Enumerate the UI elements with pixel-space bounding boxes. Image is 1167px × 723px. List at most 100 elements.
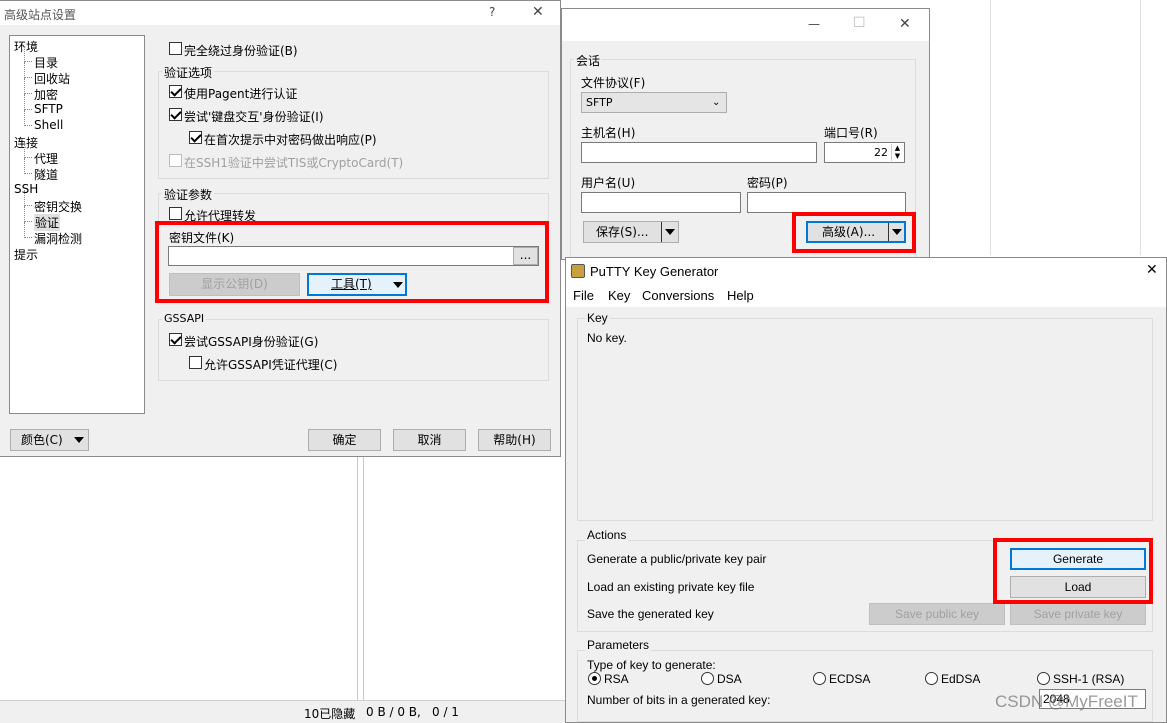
protocol-select[interactable]: SFTP ⌄ [581,92,727,113]
cancel-label: 取消 [417,433,442,447]
minimize-icon[interactable]: — [808,17,820,31]
use-pageant-checkbox[interactable] [169,85,182,98]
radio-ecdsa[interactable] [813,672,826,685]
save-dropdown-icon[interactable] [661,222,678,242]
menu-key[interactable]: Key [608,288,630,303]
bypass-auth-checkbox[interactable] [169,42,182,55]
port-value: 22 [874,146,888,159]
file-pane-left [148,455,358,700]
stepper-arrows-icon[interactable]: ▲ ▼ [891,144,903,161]
save-private-button[interactable]: Save private key [1010,603,1146,625]
file-pane-right-top [990,0,991,255]
tree-connector [24,78,32,94]
status-count: 0 / 1 [432,705,459,719]
highlight-key-file [155,221,549,303]
respond-password-checkbox[interactable] [189,131,202,144]
radio-ssh1[interactable] [1037,672,1050,685]
menu-help[interactable]: Help [727,288,754,303]
host-label: 主机名(H) [581,126,636,140]
user-input[interactable] [581,192,741,213]
tree-connector [24,206,32,222]
help-icon[interactable]: ? [489,5,495,19]
putty-title: PuTTY Key Generator [590,264,719,279]
status-hidden: 10已隐藏 [304,707,356,721]
close-icon[interactable]: ✕ [899,16,911,32]
try-keyboard-label: 尝试'键盘交互'身份验证(I) [184,110,324,124]
tree-item[interactable]: 隧道 [24,158,58,183]
bits-label: Number of bits in a generated key: [587,693,771,707]
tree-item[interactable]: 密钥交换 [24,190,82,215]
protocol-label: 文件协议(F) [581,76,646,90]
adv-title: 高级站点设置 [4,8,77,22]
actions-title: Actions [585,528,629,542]
menu-file[interactable]: File [573,288,594,303]
pass-input[interactable] [747,192,906,213]
putty-menubar: File Key Conversions Help [566,285,1166,307]
tree-item[interactable]: 漏洞检测 [24,222,82,247]
allow-agent-checkbox[interactable] [169,207,182,220]
tree-connector [24,62,32,78]
maximize-icon[interactable]: ☐ [853,15,866,31]
help-button[interactable]: 帮助(H) [478,429,551,451]
color-label: 颜色(C) [21,433,63,447]
tree-item[interactable]: 回收站 [24,62,70,87]
try-keyboard-checkbox[interactable] [169,108,182,121]
tree-item[interactable]: SFTP [24,94,63,116]
tree-item[interactable]: 代理 [24,142,58,167]
tree-connector [24,46,32,62]
tree-item[interactable]: 提示 [14,246,38,263]
load-desc: Load an existing private key file [587,580,755,594]
settings-tree[interactable]: 环境 目录 回收站 加密 SFTP Shell 连接 代理 隧道 SSH 密钥交换 验证 漏洞检测 提示 [9,35,145,414]
watermark: CSDN @MyFreeIT [995,692,1138,711]
radio-rsa[interactable] [588,672,601,685]
status-size: 0 B / 0 B, [366,705,421,719]
close-icon[interactable]: ✕ [1146,262,1158,278]
tree-connector [24,158,32,174]
key-group [577,318,1153,521]
close-icon[interactable]: ✕ [532,4,544,20]
menu-conversions[interactable]: Conversions [642,288,714,303]
tree-item[interactable]: Shell [24,110,63,132]
radio-ecdsa-label: ECDSA [829,672,871,686]
parameters-title: Parameters [585,638,652,652]
allow-gssapi-label: 允许GSSAPI凭证代理(C) [204,358,338,372]
save-desc: Save the generated key [587,607,714,621]
try-tis-checkbox[interactable] [169,154,182,167]
ok-label: 确定 [332,433,357,447]
allow-gssapi-checkbox[interactable] [189,356,202,369]
port-stepper[interactable]: 22 ▲ ▼ [824,142,905,163]
auth-options-title: 验证选项 [162,64,215,81]
try-gssapi-checkbox[interactable] [169,333,182,346]
highlight-generate-load [993,538,1153,604]
radio-eddsa-label: EdDSA [941,672,981,686]
file-pane-right-top2 [1140,0,1141,255]
save-label: 保存(S)... [596,225,649,239]
color-dropdown-icon[interactable] [74,437,84,443]
tree-connector [24,94,32,110]
tree-connector [24,190,32,206]
user-label: 用户名(U) [581,176,636,190]
adv-titlebar [0,1,560,25]
no-key-text: No key. [587,331,627,345]
color-button[interactable]: 颜色(C) [10,429,89,451]
save-private-label: Save private key [1033,607,1123,621]
status-bar [0,700,570,723]
tree-connector [24,142,32,158]
ok-button[interactable]: 确定 [308,429,381,451]
tree-item[interactable]: 验证 [24,206,61,231]
respond-password-label: 在首次提示中对密码做出响应(P) [204,133,377,147]
tree-item[interactable]: 目录 [24,46,58,71]
use-pageant-label: 使用Pagent进行认证 [184,87,298,101]
radio-eddsa[interactable] [925,672,938,685]
save-button[interactable]: 保存(S)... [583,221,679,243]
cancel-button[interactable]: 取消 [393,429,466,451]
try-gssapi-label: 尝试GSSAPI身份验证(G) [184,335,319,349]
tree-item[interactable]: 加密 [24,78,58,103]
putty-keygen-window: PuTTY Key Generator ✕ File Key Conversio… [565,257,1167,723]
key-group-title: Key [585,311,610,325]
host-input[interactable] [581,142,817,163]
file-pane-right [363,455,364,700]
try-tis-label: 在SSH1验证中尝试TIS或CryptoCard(T) [184,156,404,170]
save-public-button[interactable]: Save public key [869,603,1005,625]
radio-dsa[interactable] [701,672,714,685]
